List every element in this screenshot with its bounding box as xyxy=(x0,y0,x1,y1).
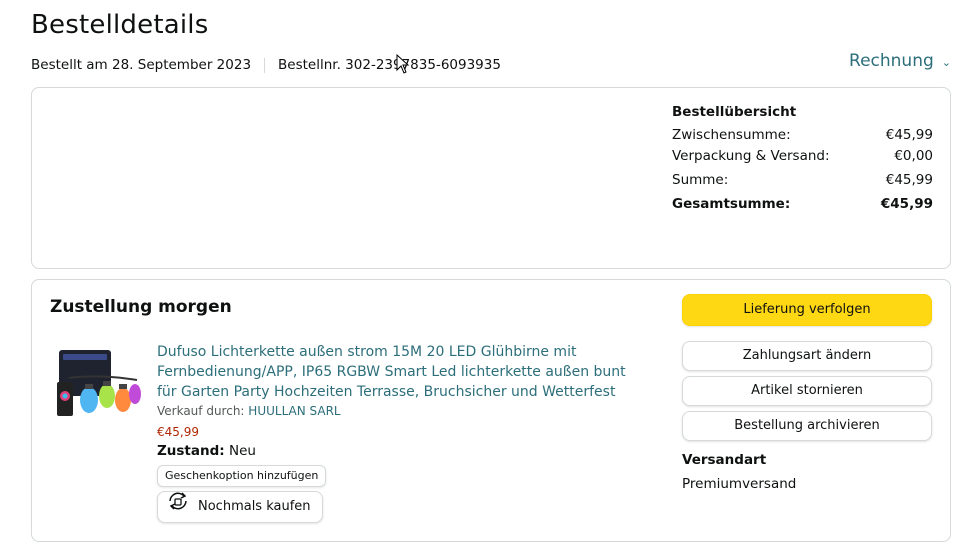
order-date: Bestellt am 28. September 2023 xyxy=(31,57,252,73)
summary-value: €45,99 xyxy=(885,172,933,188)
product-title-link[interactable]: Dufuso Lichterkette außen strom 15M 20 L… xyxy=(157,342,627,402)
order-summary: Bestellübersicht Zwischensumme: €45,99 V… xyxy=(672,104,933,215)
summary-row-subtotal: Zwischensumme: €45,99 xyxy=(672,125,933,146)
product-condition: Zustand: Neu xyxy=(157,443,256,459)
summary-row-shipping: Verpackung & Versand: €0,00 xyxy=(672,146,933,167)
summary-label: Gesamtsumme: xyxy=(672,196,791,212)
product-price: €45,99 xyxy=(157,425,199,439)
seller-link[interactable]: HUULLAN SARL xyxy=(248,404,340,418)
condition-value: Neu xyxy=(228,443,256,459)
mouse-cursor-icon xyxy=(396,53,410,78)
buy-again-label: Nochmals kaufen xyxy=(198,499,311,514)
invoice-dropdown[interactable]: Rechnung ⌄ xyxy=(849,51,951,71)
change-payment-button[interactable]: Zahlungsart ändern xyxy=(682,341,932,371)
summary-row-sum: Summe: €45,99 xyxy=(672,170,933,191)
summary-value: €45,99 xyxy=(885,127,933,143)
buy-again-button[interactable]: Nochmals kaufen xyxy=(157,491,323,523)
summary-label: Zwischensumme: xyxy=(672,127,791,143)
track-delivery-button[interactable]: Lieferung verfolgen xyxy=(682,294,932,326)
order-summary-card: Bestellübersicht Zwischensumme: €45,99 V… xyxy=(31,87,951,269)
shipping-method-label: Versandart xyxy=(682,452,767,468)
archive-order-button[interactable]: Bestellung archivieren xyxy=(682,411,932,441)
add-gift-option-button[interactable]: Geschenkoption hinzufügen xyxy=(157,465,327,487)
product-image[interactable] xyxy=(55,348,143,424)
summary-row-total: Gesamtsumme: €45,99 xyxy=(672,194,933,215)
summary-value: €45,99 xyxy=(880,196,933,212)
delivery-title: Zustellung morgen xyxy=(50,297,232,317)
order-number: Bestellnr. 302-2397835-6093935 xyxy=(278,57,501,73)
summary-label: Verpackung & Versand: xyxy=(672,148,830,164)
order-meta: Bestellt am 28. September 2023 Bestellnr… xyxy=(31,57,501,73)
seller-info: Verkauf durch: HUULLAN SARL xyxy=(157,404,341,418)
condition-label: Zustand: xyxy=(157,443,225,459)
delivery-card: Zustellung morgen Dufuso Lichterkette au… xyxy=(31,279,951,542)
page-title: Bestelldetails xyxy=(31,10,209,40)
summary-value: €0,00 xyxy=(894,148,933,164)
shipping-method-value: Premiumversand xyxy=(682,476,797,492)
summary-title: Bestellübersicht xyxy=(672,104,797,120)
seller-prefix: Verkauf durch: xyxy=(157,404,245,418)
invoice-label: Rechnung xyxy=(849,51,934,71)
summary-label: Summe: xyxy=(672,172,729,188)
cancel-item-button[interactable]: Artikel stornieren xyxy=(682,376,932,406)
meta-divider xyxy=(264,57,266,73)
buy-again-icon xyxy=(166,491,190,523)
chevron-down-icon: ⌄ xyxy=(941,55,951,69)
